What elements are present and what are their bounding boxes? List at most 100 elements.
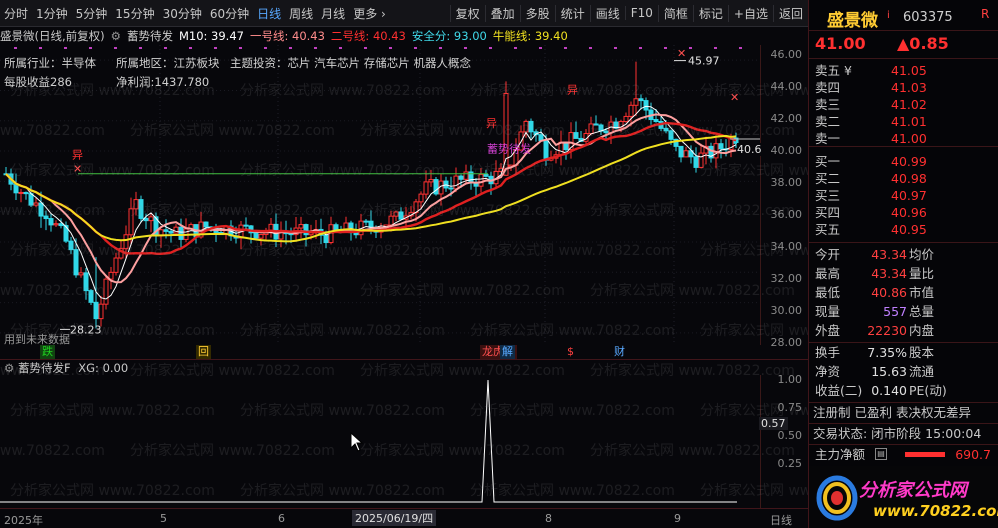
event-marker[interactable]: 解 bbox=[500, 345, 515, 359]
period-1[interactable]: 1分钟 bbox=[32, 5, 72, 22]
order-row[interactable]: 卖三 41.02 bbox=[809, 96, 998, 113]
date-axis: 2025年 5 6 2025/06/19/四 8 9 日线 bbox=[0, 508, 808, 528]
flag-icon[interactable]: R bbox=[981, 7, 989, 21]
candle-body bbox=[528, 120, 534, 133]
tool-button-3[interactable]: 统计 bbox=[554, 4, 590, 22]
info-icon[interactable]: i bbox=[887, 10, 890, 21]
detail-icon[interactable]: ▤ bbox=[875, 448, 887, 460]
tool-button-1[interactable]: 叠加 bbox=[484, 4, 520, 22]
candle-body bbox=[603, 130, 609, 134]
stat-value: 15.63 bbox=[871, 364, 907, 379]
sub-indicator-name[interactable]: 蓄势待发F bbox=[18, 361, 71, 375]
stat-label: 净资 bbox=[815, 364, 841, 379]
tool-button-7[interactable]: 标记 bbox=[692, 4, 728, 22]
gear-icon[interactable]: ⚙ bbox=[111, 29, 121, 43]
event-bar: 跌回龙虎榜解 $ 财 bbox=[0, 345, 808, 359]
candle-body bbox=[33, 202, 39, 206]
order-row[interactable]: 买五 40.95 bbox=[809, 221, 998, 238]
order-row[interactable]: 卖二 41.01 bbox=[809, 113, 998, 130]
indicator-name[interactable]: 蓄势待发 bbox=[127, 28, 173, 44]
signal-dot bbox=[464, 47, 467, 49]
candle-body bbox=[388, 215, 394, 226]
m10-value: M10: 39.47 bbox=[178, 29, 244, 43]
price-tick: 42.00 bbox=[770, 112, 803, 125]
stat-value: 0.140 bbox=[871, 383, 907, 398]
event-marker[interactable]: $ bbox=[565, 345, 576, 359]
candle-body bbox=[633, 98, 639, 106]
stat-value: 40.86 bbox=[871, 285, 907, 300]
main-kline-chart[interactable]: 45.9728.23异异蓄势待发异✕✕✕ bbox=[0, 45, 760, 345]
tool-button-5[interactable]: F10 bbox=[624, 6, 658, 20]
event-marker[interactable]: 回 bbox=[196, 345, 211, 359]
tool-button-0[interactable]: 复权 bbox=[449, 4, 485, 22]
event-marker[interactable]: 财 bbox=[612, 345, 627, 359]
period-7[interactable]: 周线 bbox=[285, 5, 317, 22]
candle-body bbox=[258, 234, 264, 239]
abnormal-tag: 异 bbox=[486, 117, 497, 130]
tool-button-6[interactable]: 简框 bbox=[657, 4, 693, 22]
price-change: ▲0.85 bbox=[897, 34, 949, 53]
order-level: 买二 bbox=[815, 171, 841, 186]
period-8[interactable]: 月线 bbox=[317, 5, 349, 22]
main-flow-label: 主力净额 bbox=[815, 447, 866, 462]
tool-button-9[interactable]: 返回 bbox=[772, 4, 808, 22]
stat-label-right: 量比 bbox=[909, 266, 935, 281]
candle-body bbox=[698, 152, 704, 168]
period-9[interactable]: 更多 › bbox=[349, 5, 390, 22]
event-marker[interactable]: 跌 bbox=[40, 345, 55, 359]
period-6[interactable]: 日线 bbox=[253, 5, 285, 22]
order-row[interactable]: 买一 40.99 bbox=[809, 153, 998, 170]
tool-button-8[interactable]: +自选 bbox=[727, 4, 773, 22]
chart-title: 盛景微(日线,前复权) bbox=[0, 29, 105, 43]
order-row[interactable]: 卖一 41.00 bbox=[809, 130, 998, 147]
signal-dot bbox=[264, 47, 267, 49]
candle-body bbox=[163, 229, 169, 232]
order-row[interactable]: 买三 40.97 bbox=[809, 187, 998, 204]
stat-label: 现量 bbox=[815, 304, 841, 319]
candle-body bbox=[478, 173, 484, 187]
stat-row: 外盘 22230 内盘 bbox=[809, 322, 998, 339]
sub-tick: 1.00 bbox=[777, 373, 803, 386]
candle-body bbox=[73, 249, 79, 276]
order-row[interactable]: 买四 40.96 bbox=[809, 204, 998, 221]
gear-icon[interactable]: ⚙ bbox=[4, 361, 14, 375]
stat-row: 换手 7.35% 股本 bbox=[809, 344, 998, 361]
stat-label-right: 市值 bbox=[909, 285, 935, 300]
theme-label: 主题投资：芯片 汽车芯片 存储芯片 机器人概念 bbox=[230, 56, 471, 70]
order-price: 40.97 bbox=[891, 188, 927, 203]
date-tick: 6 bbox=[278, 512, 285, 525]
stat-row: 今开 43.34 均价 bbox=[809, 246, 998, 263]
signal-dot bbox=[664, 47, 667, 49]
period-4[interactable]: 30分钟 bbox=[159, 5, 206, 22]
setup-tag: 蓄势待发 bbox=[487, 142, 531, 156]
date-tick: 2025/06/19/四 bbox=[352, 510, 437, 526]
order-level: 买四 bbox=[815, 205, 841, 220]
candle-body bbox=[168, 230, 174, 234]
candle-body bbox=[463, 171, 469, 180]
high-label: 45.97 bbox=[688, 55, 720, 68]
candle-body bbox=[138, 199, 144, 219]
price-tick: 38.00 bbox=[770, 176, 803, 189]
signal-dot bbox=[589, 47, 592, 49]
tool-button-4[interactable]: 画线 bbox=[589, 4, 625, 22]
candle-body bbox=[683, 150, 689, 158]
candle-body bbox=[253, 232, 259, 239]
period-2[interactable]: 5分钟 bbox=[72, 5, 112, 22]
candle-body bbox=[103, 278, 109, 305]
signal-dot bbox=[564, 47, 567, 49]
candle-body bbox=[663, 127, 669, 132]
order-row[interactable]: 卖五 ¥ 41.05 bbox=[809, 62, 998, 79]
order-row[interactable]: 卖四 41.03 bbox=[809, 79, 998, 96]
candle-body bbox=[53, 223, 59, 226]
line2-value: 二号线: 40.43 bbox=[330, 29, 406, 43]
period-3[interactable]: 15分钟 bbox=[111, 5, 158, 22]
period-5[interactable]: 60分钟 bbox=[206, 5, 253, 22]
order-row[interactable]: 买二 40.98 bbox=[809, 170, 998, 187]
signal-dot bbox=[39, 47, 42, 49]
period-0[interactable]: 分时 bbox=[0, 5, 32, 22]
price-tick: 44.00 bbox=[770, 80, 803, 93]
sub-indicator-chart[interactable] bbox=[0, 375, 760, 508]
tool-button-2[interactable]: 多股 bbox=[519, 4, 555, 22]
date-tick: 2025年 bbox=[4, 514, 43, 527]
candle-body bbox=[123, 234, 129, 250]
